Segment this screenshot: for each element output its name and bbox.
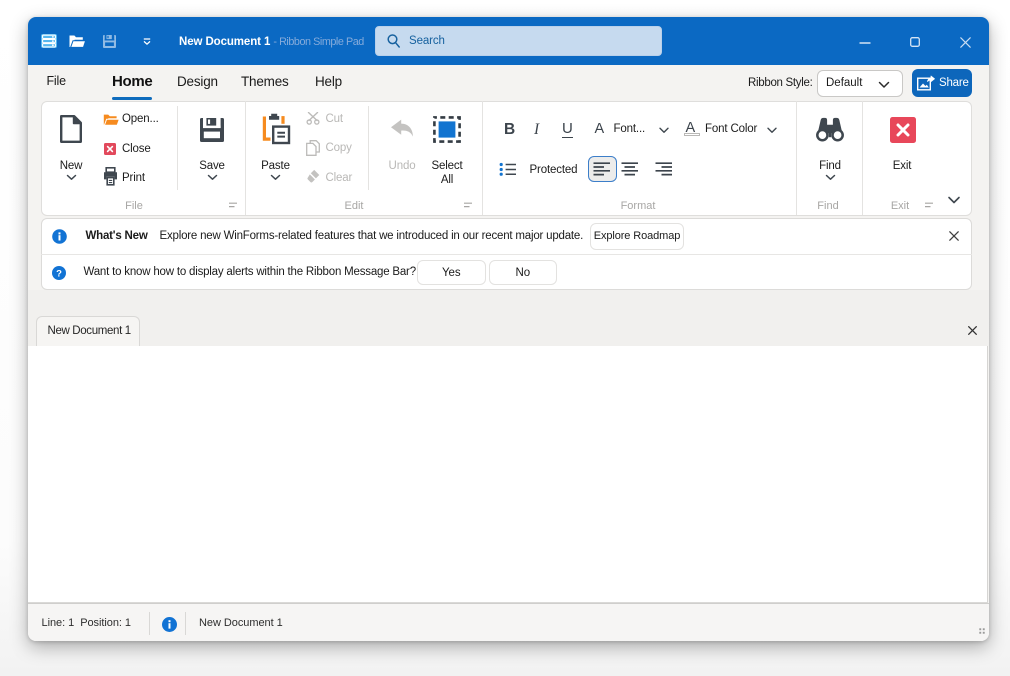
svg-text:?: ?: [56, 268, 62, 279]
